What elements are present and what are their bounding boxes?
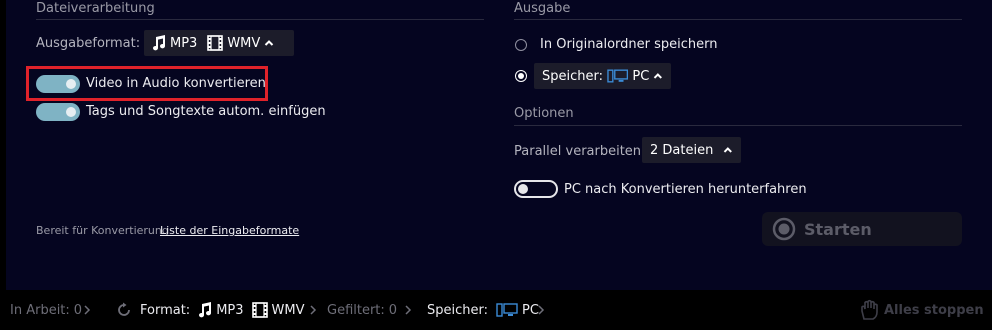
computer-icon [496, 303, 518, 317]
format-status[interactable]: Format: MP3 WMV [116, 290, 305, 330]
chevron-right-icon [84, 305, 91, 315]
video-to-audio-toggle[interactable] [36, 75, 80, 93]
music-note-icon [153, 35, 166, 51]
format-label: Format: [140, 302, 191, 318]
computer-icon [607, 69, 629, 83]
filtered-value: 0 [388, 302, 398, 318]
divider [514, 19, 962, 20]
storage-label: Speicher: [542, 68, 603, 84]
record-icon [772, 217, 796, 241]
filtered-status: Gefiltert: 0 [327, 290, 397, 330]
output-format-label: Ausgabeformat: [36, 36, 141, 51]
format-video-value: WMV [227, 35, 261, 51]
storage-radio[interactable] [515, 70, 527, 82]
stop-all-button[interactable]: Alles stoppen [858, 290, 984, 330]
parallel-label: Parallel verarbeiten: [514, 144, 646, 159]
parallel-dropdown[interactable]: 2 Dateien [642, 137, 741, 163]
hand-stop-icon [861, 299, 878, 320]
storage-status-label: Speicher: [427, 302, 488, 318]
in-work-status: In Arbeit: 0 [10, 290, 82, 330]
toggle-knob [66, 79, 76, 89]
parallel-value: 2 Dateien [650, 142, 714, 158]
film-icon [207, 35, 224, 51]
storage-dropdown[interactable]: Speicher: PC [534, 63, 671, 89]
chevron-up-icon [724, 147, 733, 153]
video-to-audio-label: Video in Audio konvertieren [86, 76, 266, 91]
stop-all-label: Alles stoppen [884, 302, 984, 318]
input-formats-link[interactable]: Liste der Eingabeformate [160, 224, 299, 237]
chevron-right-icon [310, 305, 317, 315]
chevron-right-icon [538, 305, 545, 315]
section-title-options: Optionen [514, 106, 574, 121]
storage-value: PC [632, 68, 650, 84]
filtered-label: Gefiltert: [327, 302, 385, 318]
film-icon [251, 302, 268, 318]
original-folder-label: In Originalordner speichern [540, 37, 718, 52]
status-bar: In Arbeit: 0 Format: MP3 WMV Gefiltert: … [0, 290, 992, 330]
storage-status[interactable]: Speicher: PC [427, 290, 539, 330]
toggle-knob [518, 184, 528, 194]
format-audio: MP3 [216, 302, 244, 318]
start-button[interactable]: Starten [762, 212, 962, 246]
original-folder-radio[interactable] [515, 39, 527, 51]
shutdown-label: PC nach Konvertieren herunterfahren [564, 182, 807, 197]
output-format-dropdown[interactable]: MP3 WMV [144, 30, 294, 56]
section-title-processing: Dateiverarbeitung [36, 1, 155, 16]
start-label: Starten [804, 219, 872, 239]
shutdown-toggle[interactable] [514, 180, 558, 198]
format-audio-value: MP3 [170, 35, 198, 51]
section-title-output: Ausgabe [514, 1, 571, 16]
divider [36, 19, 484, 20]
refresh-icon [118, 302, 130, 316]
in-work-value: 0 [73, 302, 83, 318]
ready-status-text: Bereit für Konvertierung [36, 224, 169, 237]
in-work-label: In Arbeit: [10, 302, 70, 318]
chevron-up-icon [654, 73, 663, 79]
chevron-up-icon [265, 40, 274, 46]
format-video: WMV [271, 302, 305, 318]
tags-lyrics-label: Tags und Songtexte autom. einfügen [86, 104, 326, 119]
tags-lyrics-toggle[interactable] [36, 103, 80, 121]
chevron-right-icon [405, 305, 412, 315]
divider [514, 125, 962, 126]
toggle-knob [66, 107, 76, 117]
music-note-icon [199, 302, 212, 318]
